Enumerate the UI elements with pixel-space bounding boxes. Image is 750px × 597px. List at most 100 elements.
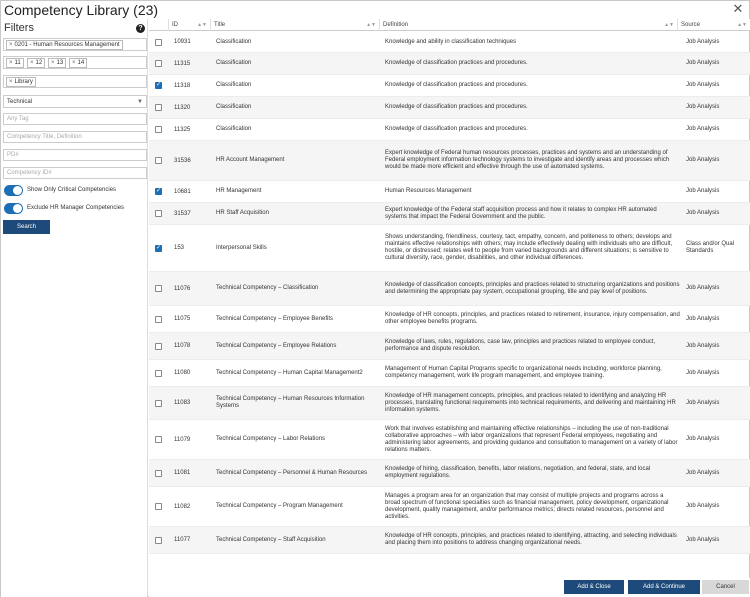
row-id: 153 xyxy=(174,245,185,251)
remove-icon[interactable]: × xyxy=(72,60,76,66)
row-source: Job Analysis xyxy=(686,399,720,406)
add-continue-button[interactable]: Add & Continue xyxy=(628,580,700,594)
grade-chip[interactable]: × 14 xyxy=(69,58,88,68)
table-row[interactable]: 31537 HR Staff Acquisition Expert knowledg… xyxy=(149,203,750,225)
tag-input[interactable]: Any Tag xyxy=(3,113,147,125)
row-checkbox[interactable] xyxy=(155,104,162,111)
table-row[interactable]: 31536 HR Account Management Expert knowled… xyxy=(149,141,750,181)
cancel-button[interactable]: Cancel xyxy=(702,580,749,594)
table-row[interactable]: 11315 Classification Knowledge of classifi… xyxy=(149,53,750,75)
row-title: Technical Competency – Program Managemen… xyxy=(216,503,343,509)
definition-column-header[interactable]: Definition ▲▼ xyxy=(380,19,678,31)
row-source: Job Analysis xyxy=(686,210,720,216)
table-row[interactable]: 10931 Classification Knowledge and ability… xyxy=(149,32,750,53)
table-row[interactable]: 10681 HR Management Human Resources Manage… xyxy=(149,181,750,203)
row-definition: Knowledge of HR management concepts, pri… xyxy=(385,392,676,413)
table-row[interactable]: 11081 Technical Competency – Personnel & … xyxy=(149,460,750,487)
row-checkbox[interactable] xyxy=(155,244,162,252)
row-checkbox[interactable] xyxy=(155,285,162,292)
row-definition: Knowledge of HR concepts, principles, an… xyxy=(385,533,677,546)
competency-id-input[interactable]: Competency ID# xyxy=(3,167,147,179)
occupation-chip[interactable]: × 0201 - Human Resources Management xyxy=(6,40,123,50)
sort-icon: ▲▼ xyxy=(737,22,747,28)
row-title: Technical Competency – Labor Relations xyxy=(216,436,326,442)
row-id: 11318 xyxy=(174,82,191,89)
row-definition: Knowledge of classification practices an… xyxy=(385,104,528,110)
remove-icon[interactable]: × xyxy=(51,60,55,66)
id-column-header[interactable]: ID ▲▼ xyxy=(169,19,211,31)
row-checkbox[interactable] xyxy=(155,126,162,133)
table-row[interactable]: 11077 Technical Competency – Staff Acquis… xyxy=(149,527,750,554)
source-filter[interactable]: × Library xyxy=(3,75,147,88)
row-checkbox[interactable] xyxy=(155,187,162,195)
row-id: 11082 xyxy=(174,503,191,510)
row-checkbox[interactable] xyxy=(155,503,162,510)
grade-filter[interactable]: × 11 × 12 × 13 × 14 xyxy=(3,56,147,69)
remove-icon[interactable]: × xyxy=(30,60,34,66)
row-checkbox[interactable] xyxy=(155,315,162,323)
table-row[interactable]: 153 Interpersonal Skills Shows understandi… xyxy=(149,225,750,272)
title-definition-input[interactable]: Competency Title, Definition xyxy=(3,131,147,143)
row-id: 31537 xyxy=(174,210,191,217)
row-checkbox[interactable] xyxy=(155,157,162,164)
row-definition: Human Resources Management xyxy=(385,188,472,194)
competency-table: ID ▲▼ Title ▲▼ Definition ▲▼ Source ▲▼ 10931… xyxy=(149,19,750,578)
row-checkbox[interactable] xyxy=(155,369,162,377)
title-column-header[interactable]: Title ▲▼ xyxy=(211,19,380,31)
row-id: 10931 xyxy=(174,39,191,45)
row-title: Technical Competency – Classification xyxy=(216,285,319,291)
row-checkbox[interactable] xyxy=(155,38,162,46)
table-row[interactable]: 11078 Technical Competency – Employee Rel… xyxy=(149,333,750,360)
row-definition: Manages a program area for an organizati… xyxy=(385,492,669,520)
row-source: Job Analysis xyxy=(686,285,720,291)
table-row[interactable]: 11320 Classification Knowledge of classifi… xyxy=(149,97,750,119)
table-row[interactable]: 11076 Technical Competency – Classificati… xyxy=(149,272,750,306)
row-title: HR Management xyxy=(216,188,262,194)
row-source: Job Analysis xyxy=(686,60,720,66)
table-row[interactable]: 11079 Technical Competency – Labor Relati… xyxy=(149,420,750,460)
grade-chip[interactable]: × 13 xyxy=(48,58,67,68)
table-row[interactable]: 11080 Technical Competency – Human Capita… xyxy=(149,360,750,387)
remove-icon[interactable]: × xyxy=(9,60,13,66)
select-column-header xyxy=(149,19,169,31)
help-icon[interactable]: ? xyxy=(136,24,145,33)
row-definition: Expert knowledge of Federal human resour… xyxy=(385,150,670,170)
filters-panel: Filters ? × 0201 - Human Resources Manage… xyxy=(1,19,148,597)
occupation-filter[interactable]: × 0201 - Human Resources Management xyxy=(3,38,147,51)
exclude-toggle[interactable] xyxy=(4,203,23,214)
row-checkbox[interactable] xyxy=(155,60,162,67)
row-checkbox[interactable] xyxy=(155,81,162,89)
row-title: Classification xyxy=(216,104,252,110)
table-row[interactable]: 11083 Technical Competency – Human Resour… xyxy=(149,387,750,420)
row-checkbox[interactable] xyxy=(155,436,162,443)
grade-chip[interactable]: × 12 xyxy=(27,58,46,68)
remove-icon[interactable]: × xyxy=(9,42,13,48)
close-icon[interactable]: ✕ xyxy=(731,2,745,16)
source-chip[interactable]: × Library xyxy=(6,77,36,87)
row-source: Job Analysis xyxy=(686,469,720,476)
table-row[interactable]: 11075 Technical Competency – Employee Ben… xyxy=(149,306,750,333)
table-row[interactable]: 11082 Technical Competency – Program Mana… xyxy=(149,487,750,527)
search-button[interactable]: Search xyxy=(3,220,50,234)
table-row[interactable]: 11318 Classification Knowledge of classifi… xyxy=(149,75,750,97)
critical-toggle[interactable] xyxy=(4,185,23,196)
row-checkbox[interactable] xyxy=(155,469,162,477)
grade-chip[interactable]: × 11 xyxy=(6,58,24,68)
row-definition: Knowledge of classification practices an… xyxy=(385,82,528,88)
row-source: Job Analysis xyxy=(686,436,720,442)
remove-icon[interactable]: × xyxy=(9,79,13,85)
row-checkbox[interactable] xyxy=(155,342,162,350)
pd-number-input[interactable]: PD# xyxy=(3,149,147,161)
category-select[interactable]: Technical ▼ xyxy=(3,95,147,108)
add-close-button[interactable]: Add & Close xyxy=(564,580,624,594)
row-id: 11320 xyxy=(174,104,191,111)
source-column-header[interactable]: Source ▲▼ xyxy=(678,19,750,31)
row-source: Job Analysis xyxy=(686,369,720,376)
table-row[interactable]: 11325 Classification Knowledge of classifi… xyxy=(149,119,750,141)
row-checkbox[interactable] xyxy=(155,536,162,544)
row-definition: Knowledge of hiring, classification, ben… xyxy=(385,466,651,479)
row-checkbox[interactable] xyxy=(155,399,162,407)
dialog-title: Competency Library (23) xyxy=(4,2,159,18)
row-checkbox[interactable] xyxy=(155,210,162,217)
table-header: ID ▲▼ Title ▲▼ Definition ▲▼ Source ▲▼ xyxy=(149,19,750,31)
